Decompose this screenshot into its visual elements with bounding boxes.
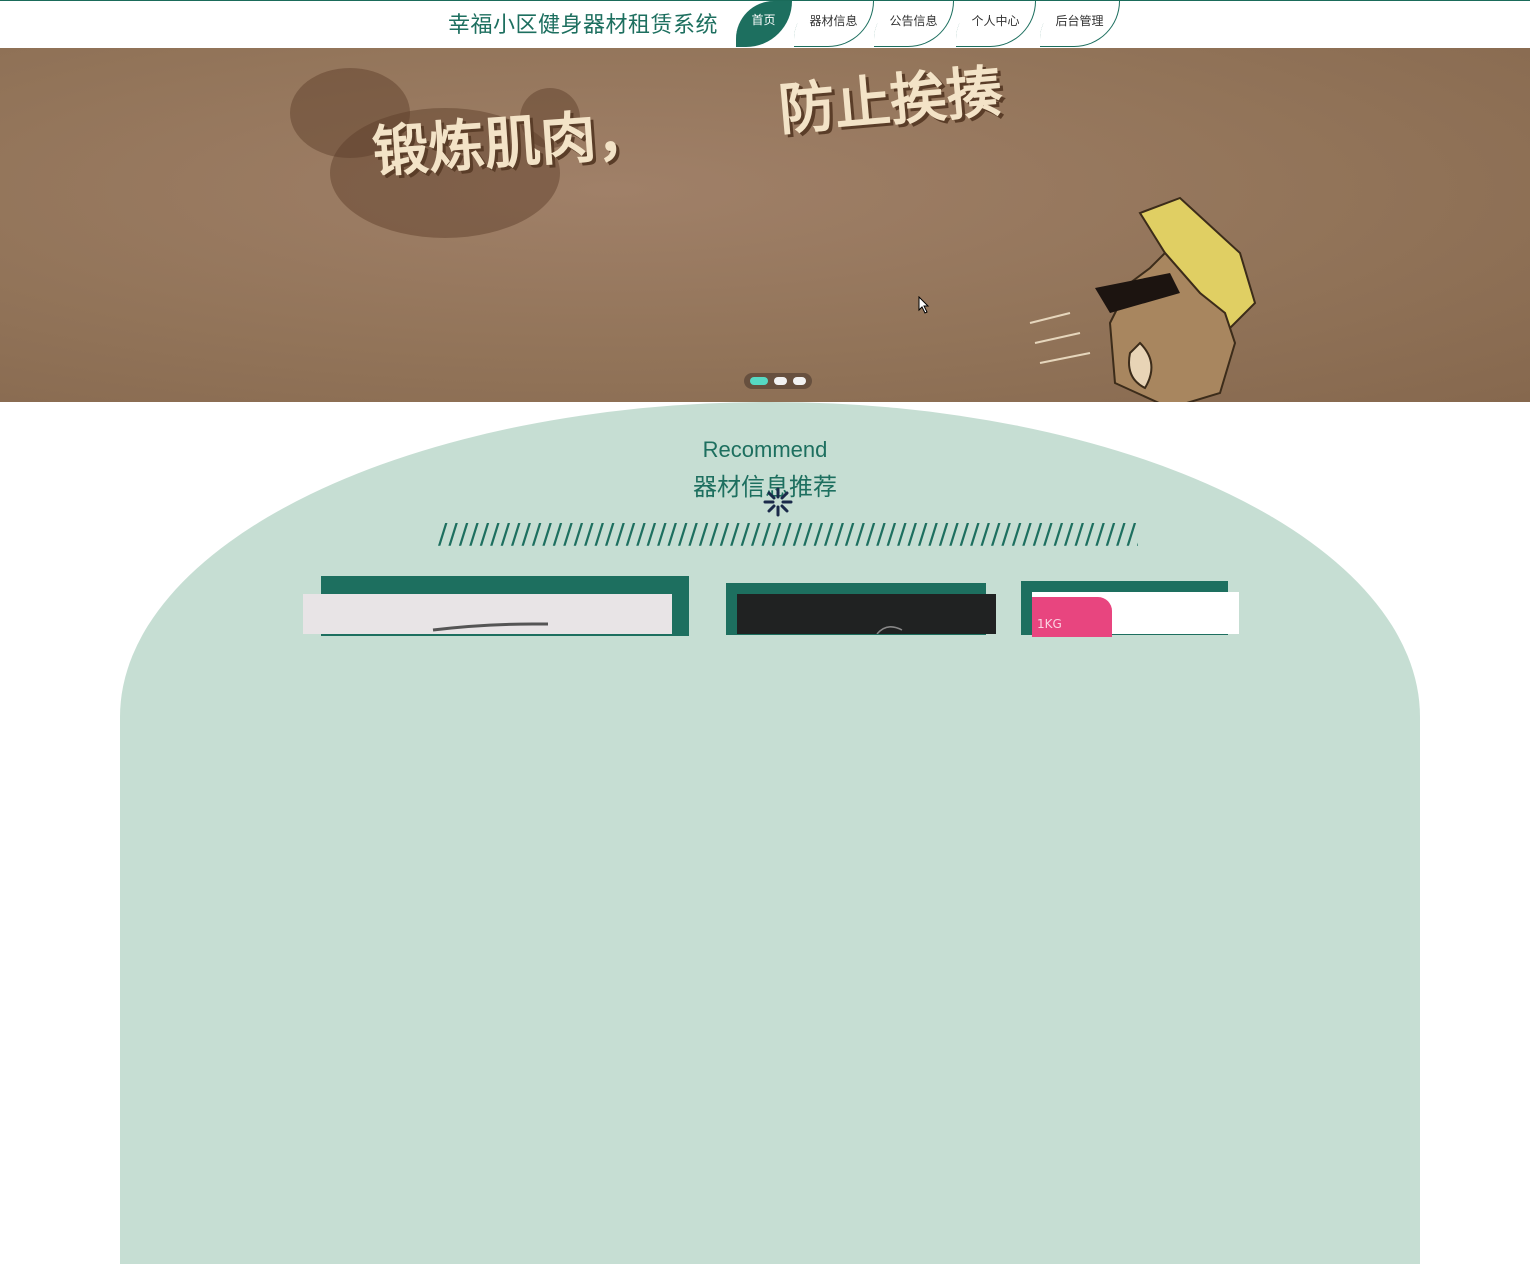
decorative-divider: ////////////////////////////////////////… (438, 517, 1138, 550)
product-image-graphic (432, 622, 548, 632)
carousel-dot-2[interactable] (774, 377, 787, 385)
carousel-dot-3[interactable] (793, 377, 806, 385)
nav-item-personal-center[interactable]: 个人中心 (956, 1, 1036, 47)
product-image[interactable] (303, 594, 672, 634)
banner-carousel[interactable]: 锻炼肌肉， 防止挨揍 (0, 48, 1530, 402)
cartoon-character-image (1029, 196, 1257, 402)
nav-item-announcements[interactable]: 公告信息 (874, 1, 954, 47)
nav-item-home[interactable]: 首页 (736, 1, 792, 47)
site-title[interactable]: 幸福小区健身器材租赁系统 (448, 7, 718, 39)
product-image[interactable]: 1KG (1032, 592, 1239, 637)
nav-item-equipment[interactable]: 器材信息 (794, 1, 874, 47)
product-image[interactable] (737, 594, 996, 635)
recommend-title-en: Recommend (702, 437, 828, 462)
top-navbar: 幸福小区健身器材租赁系统 首页 器材信息 公告信息 个人中心 后台管理 (0, 0, 1530, 48)
pink-kettlebell-image: 1KG (1032, 597, 1112, 637)
mouse-cursor-icon (918, 296, 930, 314)
product-image-label: 1KG (1037, 617, 1062, 631)
carousel-dot-1[interactable] (750, 377, 768, 385)
banner-slogan-line1: 锻炼肌肉， (370, 100, 655, 186)
product-image-graphic (876, 626, 903, 635)
nav-item-admin[interactable]: 后台管理 (1040, 1, 1120, 47)
loading-spinner-icon (763, 487, 793, 517)
banner-slogan-line2: 防止挨揍 (775, 58, 1005, 144)
carousel-indicators (744, 373, 812, 389)
